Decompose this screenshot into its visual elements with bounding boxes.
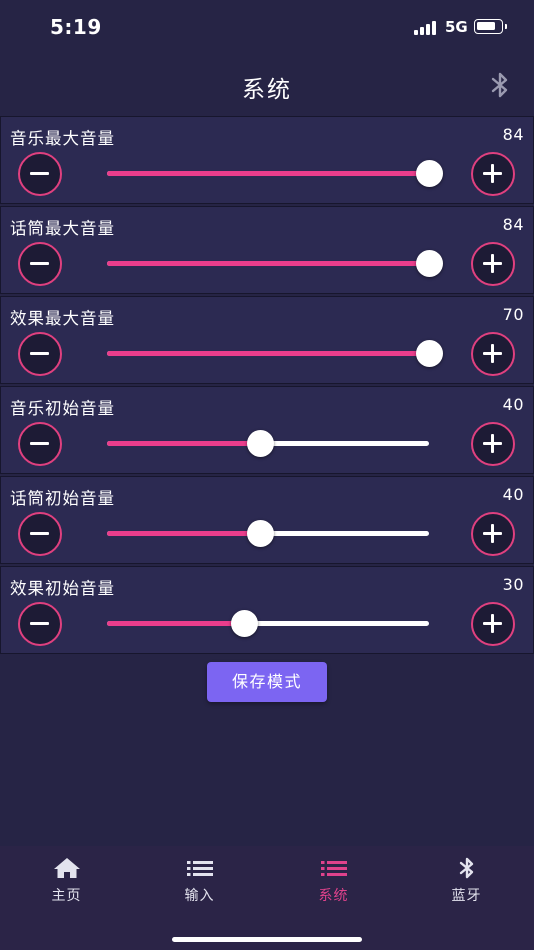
tab-bluetooth[interactable]: 蓝牙	[400, 846, 533, 916]
network-label: 5G	[445, 18, 468, 36]
slider-thumb[interactable]	[230, 610, 258, 637]
slider-row-music-max: 音乐最大音量 84	[0, 116, 534, 204]
tab-label: 蓝牙	[451, 888, 482, 904]
tab-label: 输入	[184, 888, 215, 904]
volume-slider[interactable]	[107, 340, 443, 367]
slider-thumb[interactable]	[415, 340, 443, 367]
slider-label: 音乐最大音量	[10, 129, 115, 148]
slider-thumb[interactable]	[415, 160, 443, 187]
slider-value: 84	[502, 215, 524, 234]
slider-row-mic-initial: 话筒初始音量 40	[0, 476, 534, 564]
volume-slider[interactable]	[107, 610, 429, 637]
bluetooth-icon	[459, 857, 474, 879]
slider-fill	[107, 441, 261, 446]
slider-row-effect-initial: 效果初始音量 30	[0, 566, 534, 654]
slider-value: 40	[502, 485, 524, 504]
plus-button[interactable]	[471, 332, 515, 376]
tab-home[interactable]: 主页	[0, 846, 133, 916]
slider-fill	[107, 171, 429, 176]
status-time: 5:19	[50, 15, 102, 39]
volume-slider[interactable]	[107, 430, 429, 457]
volume-slider[interactable]	[107, 520, 429, 547]
minus-button[interactable]	[18, 152, 62, 196]
slider-value: 40	[502, 395, 524, 414]
slider-value: 84	[502, 125, 524, 144]
plus-button[interactable]	[471, 242, 515, 286]
slider-fill	[107, 621, 245, 626]
status-bar: 5:19 5G	[0, 0, 534, 54]
slider-thumb[interactable]	[415, 250, 443, 277]
slider-value: 70	[502, 305, 524, 324]
tab-system[interactable]: 系统	[267, 846, 400, 916]
bluetooth-icon[interactable]	[489, 71, 511, 99]
volume-slider[interactable]	[107, 250, 443, 277]
volume-slider[interactable]	[107, 160, 443, 187]
slider-label: 话筒初始音量	[10, 489, 115, 508]
tab-bar: 主页 输入 系统 蓝牙	[0, 846, 534, 950]
slider-thumb[interactable]	[246, 520, 274, 547]
plus-button[interactable]	[471, 152, 515, 196]
tab-input[interactable]: 输入	[133, 846, 266, 916]
battery-icon	[474, 19, 507, 34]
list-icon	[321, 861, 347, 876]
page-title: 系统	[242, 77, 292, 103]
slider-row-effect-max: 效果最大音量 70	[0, 296, 534, 384]
plus-button[interactable]	[471, 602, 515, 646]
save-mode-button[interactable]: 保存模式	[207, 662, 327, 702]
slider-row-mic-max: 话筒最大音量 84	[0, 206, 534, 294]
minus-button[interactable]	[18, 242, 62, 286]
home-indicator	[172, 937, 362, 942]
tab-label: 系统	[318, 888, 349, 904]
plus-button[interactable]	[471, 512, 515, 556]
slider-label: 话筒最大音量	[10, 219, 115, 238]
minus-button[interactable]	[18, 422, 62, 466]
slider-label: 效果初始音量	[10, 579, 115, 598]
home-icon	[54, 858, 80, 878]
plus-button[interactable]	[471, 422, 515, 466]
nav-bar: 系统	[0, 54, 534, 114]
slider-fill	[107, 261, 429, 266]
minus-button[interactable]	[18, 512, 62, 556]
slider-fill	[107, 531, 261, 536]
tab-label: 主页	[51, 888, 82, 904]
slider-thumb[interactable]	[246, 430, 274, 457]
minus-button[interactable]	[18, 332, 62, 376]
list-icon	[187, 861, 213, 876]
slider-fill	[107, 351, 429, 356]
slider-label: 效果最大音量	[10, 309, 115, 328]
slider-row-music-initial: 音乐初始音量 40	[0, 386, 534, 474]
slider-label: 音乐初始音量	[10, 399, 115, 418]
slider-list: 音乐最大音量 84 话筒最大音量 84 效果最大音量 70 音乐初始音量 40	[0, 116, 534, 656]
minus-button[interactable]	[18, 602, 62, 646]
slider-value: 30	[502, 575, 524, 594]
signal-icon	[414, 20, 438, 35]
